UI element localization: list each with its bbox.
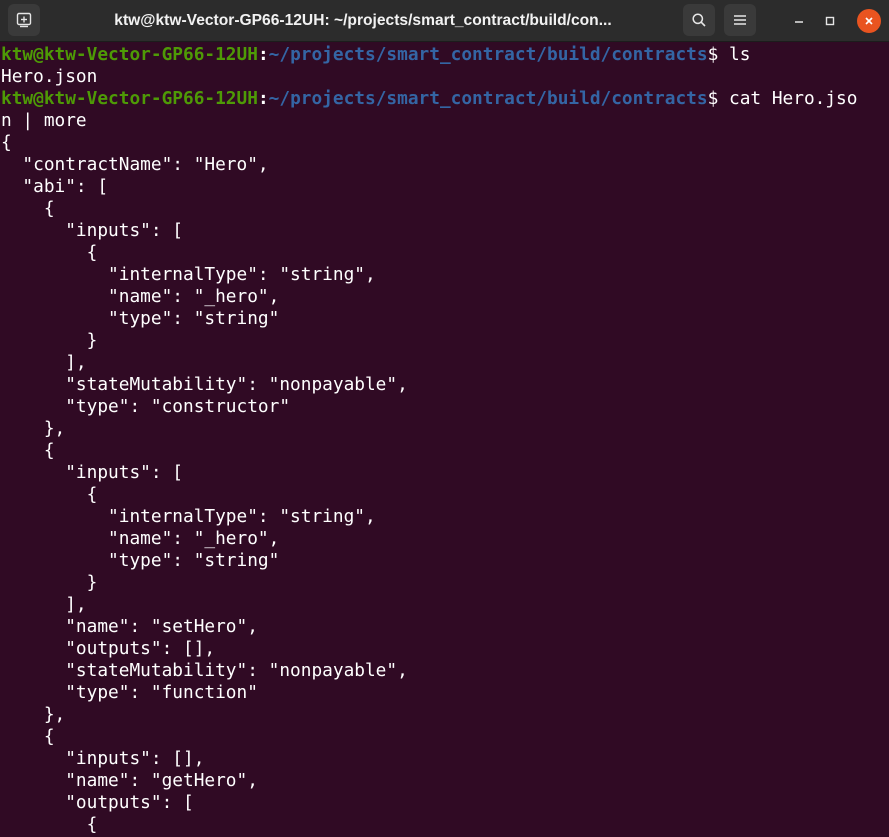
output-line: "stateMutability": "nonpayable",: [1, 660, 408, 681]
close-icon: [863, 12, 875, 31]
output-line: {: [1, 726, 55, 747]
output-line: "inputs": [: [1, 220, 183, 241]
output-line: }: [1, 330, 98, 351]
command-text: ls: [718, 44, 751, 65]
hamburger-menu-icon: [733, 13, 747, 27]
prompt-path: ~/projects/smart_contract/build/contract…: [268, 44, 708, 65]
output-line: "inputs": [],: [1, 748, 205, 769]
prompt-dollar: $: [707, 88, 719, 109]
prompt-user-host: ktw@ktw-Vector-GP66-12UH: [1, 44, 258, 65]
output-line: },: [1, 418, 66, 439]
new-tab-icon: [16, 12, 32, 28]
output-line: },: [1, 704, 66, 725]
maximize-icon: [824, 12, 836, 31]
prompt-user-host: ktw@ktw-Vector-GP66-12UH: [1, 88, 258, 109]
output-line: "name": "_hero",: [1, 286, 280, 307]
output-line: "type": "string": [1, 308, 280, 329]
output-line: {: [1, 198, 55, 219]
search-icon: [691, 12, 707, 28]
output-line: "name": "setHero",: [1, 616, 258, 637]
minimize-button[interactable]: [787, 9, 811, 33]
prompt-colon: :: [257, 88, 269, 109]
output-line: "type": "function": [1, 682, 258, 703]
output-line: n | more: [1, 110, 87, 131]
output-line: ],: [1, 594, 87, 615]
prompt-line: ktw@ktw-Vector-GP66-12UH:~/projects/smar…: [0, 44, 889, 66]
title-bar: ktw@ktw-Vector-GP66-12UH: ~/projects/sma…: [0, 0, 889, 42]
output-line: ],: [1, 352, 87, 373]
new-tab-button[interactable]: [8, 4, 40, 36]
output-line: "internalType": "string",: [1, 506, 376, 527]
command-text: cat Hero.jso: [718, 88, 858, 109]
prompt-dollar: $: [707, 44, 719, 65]
prompt-colon: :: [257, 44, 269, 65]
output-line: {: [1, 484, 98, 505]
output-line: {: [1, 440, 55, 461]
output-line: "type": "string": [1, 550, 280, 571]
output-line: "outputs": [],: [1, 638, 216, 659]
output-line: "inputs": [: [1, 462, 183, 483]
maximize-button[interactable]: [818, 9, 842, 33]
window-title: ktw@ktw-Vector-GP66-12UH: ~/projects/sma…: [114, 12, 612, 29]
output-line: "outputs": [: [1, 792, 194, 813]
menu-button[interactable]: [724, 4, 756, 36]
output-line: {: [1, 814, 98, 835]
output-line: }: [1, 572, 98, 593]
prompt-path: ~/projects/smart_contract/build/contract…: [268, 88, 708, 109]
output-line: Hero.json: [1, 66, 98, 87]
output-line: "stateMutability": "nonpayable",: [1, 374, 408, 395]
search-button[interactable]: [683, 4, 715, 36]
output-line: "name": "getHero",: [1, 770, 258, 791]
output-line: "abi": [: [1, 176, 109, 197]
output-line: "name": "_hero",: [1, 528, 280, 549]
output-line: {: [1, 242, 98, 263]
terminal-output[interactable]: ktw@ktw-Vector-GP66-12UH:~/projects/smar…: [0, 44, 889, 837]
minimize-icon: [793, 12, 805, 31]
close-button[interactable]: [857, 9, 881, 33]
prompt-line: ktw@ktw-Vector-GP66-12UH:~/projects/smar…: [0, 88, 889, 110]
output-line: {: [1, 132, 12, 153]
output-line: "type": "constructor": [1, 396, 291, 417]
output-line: "contractName": "Hero",: [1, 154, 269, 175]
output-line: "internalType": "string",: [1, 264, 376, 285]
